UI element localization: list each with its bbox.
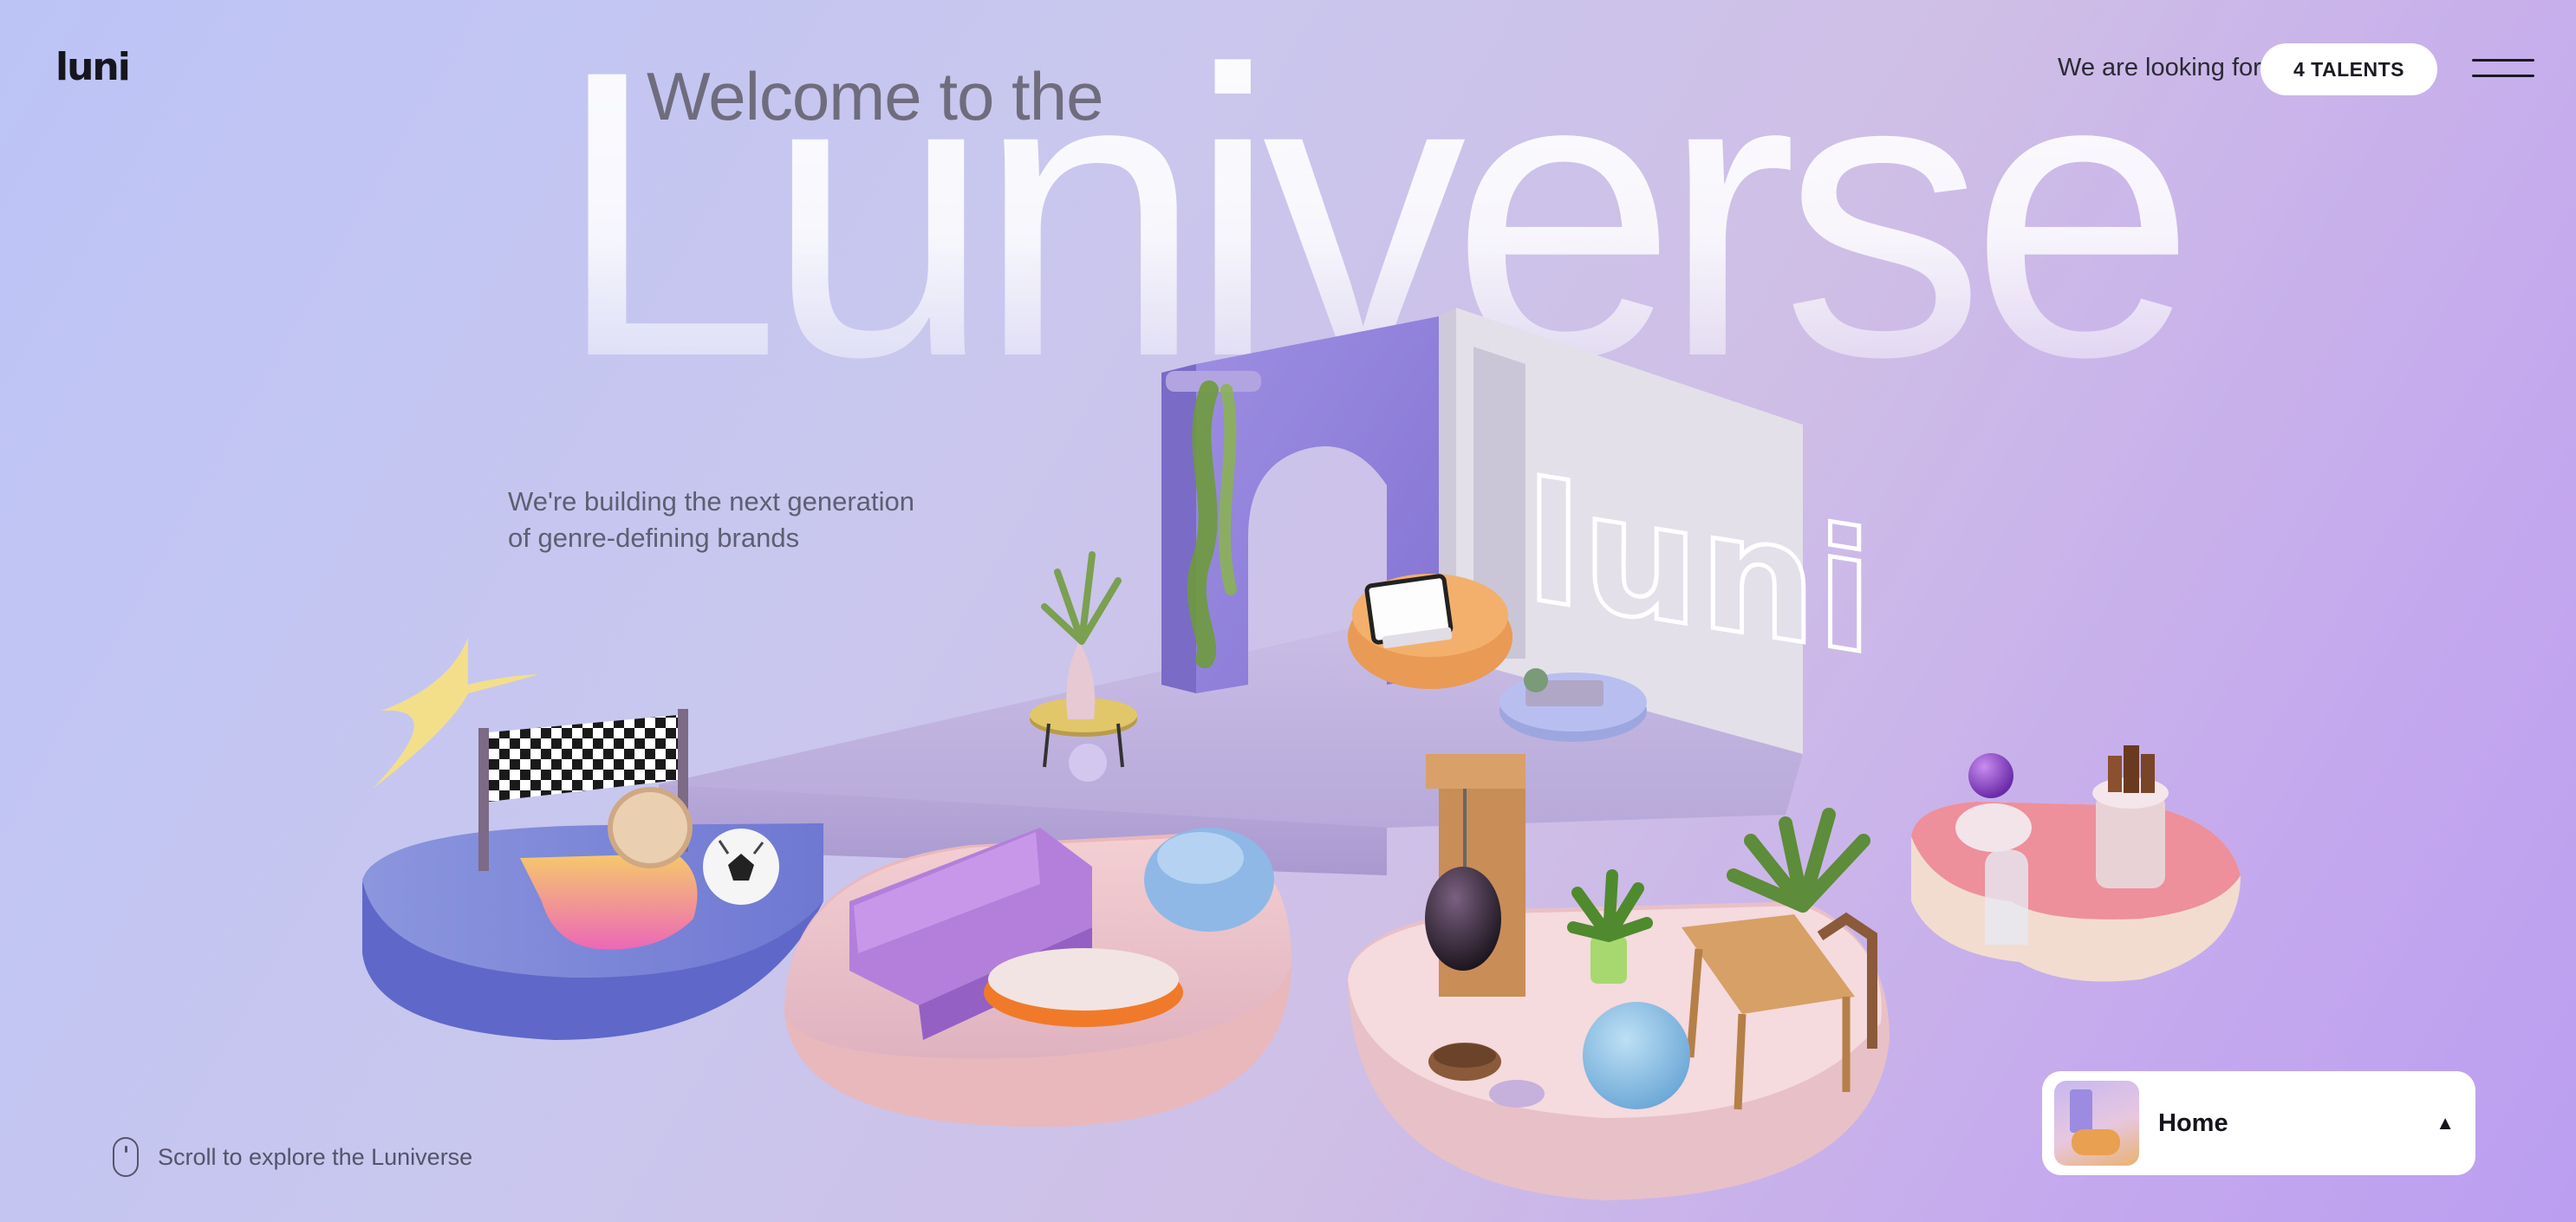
thumbnail-chair (2072, 1129, 2120, 1155)
menu-line-bottom (2472, 75, 2534, 77)
vase (1066, 641, 1096, 719)
talents-button[interactable]: 4 TALENTS (2261, 43, 2437, 95)
thumbnail-arch (2070, 1089, 2092, 1133)
punching-bag (1425, 867, 1501, 971)
hamburger-menu-icon[interactable] (2472, 55, 2534, 81)
scroll-hint: Scroll to explore the Luniverse (113, 1137, 472, 1177)
menu-line-top (2472, 59, 2534, 62)
hanging-plant (1187, 380, 1219, 668)
scroll-hint-text: Scroll to explore the Luniverse (158, 1143, 473, 1170)
tagline-line-1: We're building the next generation (508, 486, 914, 517)
purple-orb (1968, 753, 2013, 798)
room-label: Home (2158, 1108, 2228, 1137)
page: Luniverse Welcome to the luni We're buil… (0, 0, 2576, 1222)
room-thumbnail (2054, 1081, 2139, 1166)
blue-exercise-ball (1583, 1002, 1690, 1109)
mouse-icon (113, 1137, 139, 1177)
hero-tagline: We're building the next generation of ge… (508, 484, 993, 556)
luni-logo[interactable]: luni (55, 45, 131, 89)
chevron-up-icon[interactable]: ▲ (2436, 1112, 2455, 1134)
gold-coin (608, 787, 693, 868)
luniverse-scene: luni (362, 308, 2241, 1200)
tagline-line-2: of genre-defining brands (508, 523, 800, 553)
hiring-text: We are looking for (2058, 54, 2261, 81)
room-selector[interactable]: Home ▲ (2042, 1071, 2475, 1175)
